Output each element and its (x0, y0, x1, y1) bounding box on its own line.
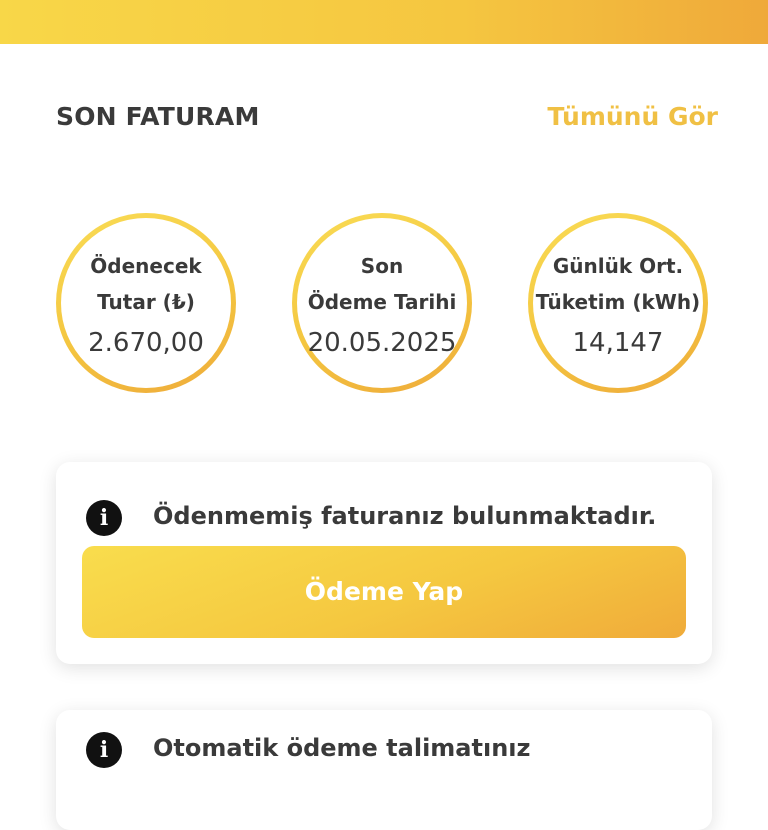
autopay-message: Otomatik ödeme talimatınız (153, 734, 531, 762)
info-icon: i (86, 732, 122, 768)
daily-consumption-circle: Günlük Ort. Tüketim (kWh) 14,147 (528, 213, 708, 393)
amount-due-label: Ödenecek Tutar (₺) (90, 254, 202, 314)
bill-summary-page: SON FATURAM Tümünü Gör Ödenecek Tutar (₺… (0, 44, 768, 830)
info-icon: i (86, 500, 122, 536)
header-bar (0, 0, 768, 44)
amount-due-circle: Ödenecek Tutar (₺) 2.670,00 (56, 213, 236, 393)
pay-button[interactable]: Ödeme Yap (82, 546, 686, 638)
due-date-label: Son Ödeme Tarihi (307, 254, 457, 314)
daily-consumption-value: 14,147 (572, 328, 664, 358)
section-title: SON FATURAM (56, 102, 260, 131)
see-all-link[interactable]: Tümünü Gör (547, 102, 718, 131)
unpaid-bill-card: i Ödenmemiş faturanız bulunmaktadır. Öde… (56, 462, 712, 664)
due-date-value: 20.05.2025 (307, 328, 457, 358)
amount-due-value: 2.670,00 (88, 328, 204, 358)
due-date-circle: Son Ödeme Tarihi 20.05.2025 (292, 213, 472, 393)
daily-consumption-label: Günlük Ort. Tüketim (kWh) (535, 254, 701, 314)
autopay-card: i Otomatik ödeme talimatınız (56, 710, 712, 830)
unpaid-bill-message: Ödenmemiş faturanız bulunmaktadır. (153, 502, 657, 530)
